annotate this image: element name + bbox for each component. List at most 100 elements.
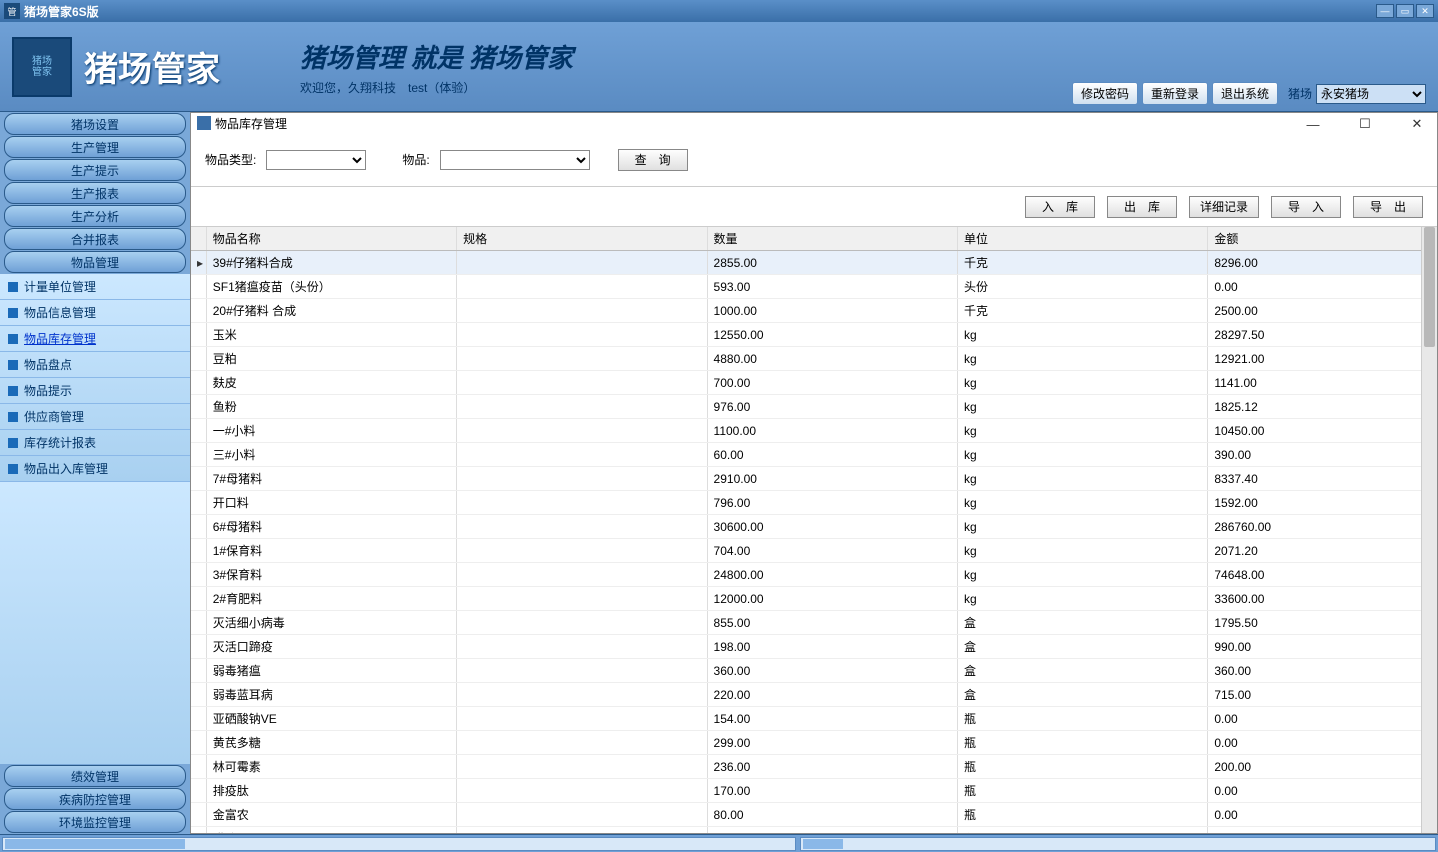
change-password-button[interactable]: 修改密码	[1072, 82, 1138, 105]
cell-qty: 12550.00	[707, 323, 957, 347]
cell-name: 亚硒酸钠VE	[206, 707, 456, 731]
stock-out-button[interactable]: 出 库	[1107, 196, 1177, 218]
table-row[interactable]: 林可霉素236.00瓶200.00	[191, 755, 1437, 779]
sidebar-bottom-1[interactable]: 疾病防控管理	[4, 788, 186, 810]
row-marker	[191, 683, 206, 707]
table-row[interactable]: ▸39#仔猪料合成2855.00千克8296.00	[191, 251, 1437, 275]
app-icon: 管	[4, 3, 20, 19]
table-row[interactable]: 排疫肽170.00瓶0.00	[191, 779, 1437, 803]
cell-unit: kg	[957, 443, 1207, 467]
bullet-icon	[8, 360, 18, 370]
table-row[interactable]: 开口料796.00kg1592.00	[191, 491, 1437, 515]
cell-unit: kg	[957, 467, 1207, 491]
status-scroll-right[interactable]	[800, 837, 1436, 851]
window-title: 猪场管家6S版	[24, 3, 1376, 20]
stock-in-button[interactable]: 入 库	[1025, 196, 1095, 218]
table-row[interactable]: 弱毒蓝耳病220.00盒715.00	[191, 683, 1437, 707]
sidebar-item-7[interactable]: 物品出入库管理	[0, 456, 190, 482]
cell-amt: 33600.00	[1208, 587, 1437, 611]
cell-name: 鱼粉	[206, 395, 456, 419]
status-scroll-left[interactable]	[2, 837, 796, 851]
cell-spec	[457, 587, 707, 611]
row-marker	[191, 707, 206, 731]
cell-spec	[457, 683, 707, 707]
sidebar-item-6[interactable]: 库存统计报表	[0, 430, 190, 456]
table-row[interactable]: 20#仔猪料 合成1000.00千克2500.00	[191, 299, 1437, 323]
table-row[interactable]: 豆粕4880.00kg12921.00	[191, 347, 1437, 371]
content-panel: 物品库存管理 — ☐ ✕ 物品类型: 物品: 查 询 入 库 出 库 详细记录 …	[190, 112, 1438, 834]
cell-name: 39#仔猪料合成	[206, 251, 456, 275]
column-header[interactable]: 物品名称	[206, 227, 456, 251]
table-row[interactable]: 磺胺间甲19.00瓶0.00	[191, 827, 1437, 834]
cell-qty: 198.00	[707, 635, 957, 659]
cell-unit: 瓶	[957, 755, 1207, 779]
sidebar-section-0[interactable]: 猪场设置	[4, 113, 186, 135]
table-row[interactable]: 一#小料1100.00kg10450.00	[191, 419, 1437, 443]
table-row[interactable]: 6#母猪料30600.00kg286760.00	[191, 515, 1437, 539]
table-row[interactable]: 弱毒猪瘟360.00盒360.00	[191, 659, 1437, 683]
sidebar-section-4[interactable]: 生产分析	[4, 205, 186, 227]
sidebar-item-0[interactable]: 计量单位管理	[0, 274, 190, 300]
table-row[interactable]: 1#保育料704.00kg2071.20	[191, 539, 1437, 563]
sidebar-section-6[interactable]: 物品管理	[4, 251, 186, 273]
filter-type-select[interactable]	[266, 150, 366, 170]
row-marker	[191, 443, 206, 467]
exit-button[interactable]: 退出系统	[1212, 82, 1278, 105]
table-row[interactable]: 金富农80.00瓶0.00	[191, 803, 1437, 827]
inventory-table-wrap[interactable]: 物品名称规格数量单位金额 ▸39#仔猪料合成2855.00千克8296.00SF…	[191, 227, 1437, 833]
query-button[interactable]: 查 询	[618, 149, 688, 171]
sidebar-bottom-0[interactable]: 绩效管理	[4, 765, 186, 787]
relogin-button[interactable]: 重新登录	[1142, 82, 1208, 105]
cell-unit: kg	[957, 371, 1207, 395]
cell-name: 林可霉素	[206, 755, 456, 779]
cell-name: 玉米	[206, 323, 456, 347]
table-row[interactable]: 黄芪多糖299.00瓶0.00	[191, 731, 1437, 755]
table-row[interactable]: 玉米12550.00kg28297.50	[191, 323, 1437, 347]
minimize-icon[interactable]: —	[1376, 4, 1394, 18]
cell-amt: 0.00	[1208, 707, 1437, 731]
table-row[interactable]: 三#小料60.00kg390.00	[191, 443, 1437, 467]
close-icon[interactable]: ✕	[1416, 4, 1434, 18]
sidebar-section-5[interactable]: 合并报表	[4, 228, 186, 250]
vertical-scrollbar[interactable]	[1421, 227, 1437, 833]
table-row[interactable]: 灭活细小病毒855.00盒1795.50	[191, 611, 1437, 635]
cell-unit: 千克	[957, 251, 1207, 275]
sidebar-section-1[interactable]: 生产管理	[4, 136, 186, 158]
table-row[interactable]: SF1猪瘟疫苗（头份）593.00头份0.00	[191, 275, 1437, 299]
table-row[interactable]: 灭活口蹄疫198.00盒990.00	[191, 635, 1437, 659]
table-row[interactable]: 7#母猪料2910.00kg8337.40	[191, 467, 1437, 491]
column-header[interactable]: 规格	[457, 227, 707, 251]
column-header[interactable]: 数量	[707, 227, 957, 251]
table-row[interactable]: 鱼粉976.00kg1825.12	[191, 395, 1437, 419]
column-header[interactable]: 金额	[1208, 227, 1437, 251]
export-button[interactable]: 导 出	[1353, 196, 1423, 218]
sidebar-item-5[interactable]: 供应商管理	[0, 404, 190, 430]
sidebar-section-2[interactable]: 生产提示	[4, 159, 186, 181]
farm-select[interactable]: 永安猪场	[1316, 84, 1426, 104]
sidebar-item-2[interactable]: 物品库存管理	[0, 326, 190, 352]
row-marker: ▸	[191, 251, 206, 275]
row-marker	[191, 515, 206, 539]
import-button[interactable]: 导 入	[1271, 196, 1341, 218]
cell-spec	[457, 779, 707, 803]
row-marker	[191, 467, 206, 491]
sidebar-item-3[interactable]: 物品盘点	[0, 352, 190, 378]
table-row[interactable]: 麸皮700.00kg1141.00	[191, 371, 1437, 395]
column-header[interactable]: 单位	[957, 227, 1207, 251]
table-row[interactable]: 亚硒酸钠VE154.00瓶0.00	[191, 707, 1437, 731]
detail-button[interactable]: 详细记录	[1189, 196, 1259, 218]
sidebar-item-label: 物品提示	[24, 382, 72, 399]
sidebar-item-4[interactable]: 物品提示	[0, 378, 190, 404]
panel-maximize-icon[interactable]: ☐	[1351, 115, 1379, 133]
panel-minimize-icon[interactable]: —	[1299, 115, 1327, 133]
table-row[interactable]: 3#保育料24800.00kg74648.00	[191, 563, 1437, 587]
row-marker	[191, 779, 206, 803]
sidebar-bottom-2[interactable]: 环境监控管理	[4, 811, 186, 833]
filter-item-select[interactable]	[440, 150, 590, 170]
panel-close-icon[interactable]: ✕	[1403, 115, 1431, 133]
table-row[interactable]: 2#育肥料12000.00kg33600.00	[191, 587, 1437, 611]
row-marker	[191, 323, 206, 347]
maximize-icon[interactable]: ▭	[1396, 4, 1414, 18]
sidebar-item-1[interactable]: 物品信息管理	[0, 300, 190, 326]
sidebar-section-3[interactable]: 生产报表	[4, 182, 186, 204]
